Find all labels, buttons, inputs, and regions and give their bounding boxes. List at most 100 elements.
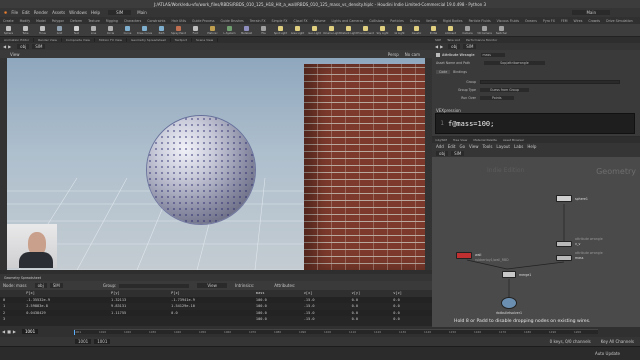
wall-node[interactable]	[456, 252, 472, 259]
camera-menu[interactable]: Persp	[388, 52, 399, 57]
auto-update-menu[interactable]: Auto Update	[595, 351, 620, 356]
shelf-tab[interactable]: Lights and Cameras	[328, 19, 366, 23]
play-reverse-icon[interactable]: ◀	[2, 329, 5, 334]
range-start-field[interactable]: 1001	[75, 339, 92, 344]
shelf-tool[interactable]: Torus	[34, 25, 51, 35]
tab-tree-view[interactable]: Tree View	[450, 138, 470, 142]
forward-arrow-icon[interactable]: ▶	[440, 44, 443, 49]
shelf-tool[interactable]: Volume Light	[323, 25, 340, 35]
shelf-tool[interactable]: Curve	[119, 25, 136, 35]
asset-name-field[interactable]: Sop/attribwrangle	[484, 61, 545, 65]
attributes-label[interactable]: Attributes:	[274, 283, 295, 288]
tab-sop[interactable]: SOP	[432, 38, 444, 42]
frame-ruler[interactable]: 1001 1010 1020 1030 1040 1050 1060 1070 1080 1090…	[74, 329, 598, 335]
shelf-tool[interactable]: GI Light	[391, 25, 408, 35]
pane-tab[interactable]: Scene View	[192, 38, 219, 42]
shelf-tool[interactable]: Camera	[459, 25, 476, 35]
menu-render[interactable]: Render	[34, 10, 48, 15]
network-menu-view[interactable]: View	[469, 144, 479, 149]
menu-windows[interactable]: Windows	[69, 10, 87, 15]
network-path-node[interactable]: SIM	[451, 151, 465, 156]
shelf-tool[interactable]: L-System	[221, 25, 238, 35]
shelf-tool[interactable]: Sphere	[0, 25, 17, 35]
shelf-tool[interactable]: Path	[153, 25, 170, 35]
back-arrow-icon[interactable]: ◀	[3, 44, 6, 49]
scene-viewport[interactable]	[7, 58, 425, 270]
shelf-tool[interactable]: Switcher	[493, 25, 510, 35]
shelf-tab[interactable]: Volume	[311, 19, 329, 23]
cam-label[interactable]: No cam	[405, 52, 420, 57]
shelf-tab[interactable]: Constraints	[144, 19, 168, 23]
play-icon[interactable]: ▶	[13, 329, 16, 334]
network-menu-tools[interactable]: Tools	[483, 144, 493, 149]
v-wrangle-node[interactable]	[556, 241, 572, 247]
path-obj[interactable]: obj	[17, 44, 30, 49]
spreadsheet-path-obj[interactable]: obj	[34, 283, 47, 288]
pane-tab[interactable]: Motion FX View	[95, 38, 127, 42]
view-menu[interactable]: View	[197, 283, 227, 288]
stop-icon[interactable]: ■	[7, 329, 11, 334]
tab-material-palette[interactable]: Material Palette	[470, 138, 500, 142]
menu-file[interactable]: File	[11, 10, 18, 15]
path-node[interactable]: SIM	[32, 44, 46, 49]
shelf-tool[interactable]: Environment	[357, 25, 374, 35]
network-menu-help[interactable]: Help	[527, 144, 536, 149]
shelf-tool[interactable]: Metaball	[238, 25, 255, 35]
shelf-tab[interactable]: Simple FX	[269, 19, 291, 23]
shelf-tool[interactable]: Ambient	[442, 25, 459, 35]
pane-tab[interactable]: Render View	[34, 38, 62, 42]
tab-network[interactable]: /obj/SIM	[432, 138, 450, 142]
mass-wrangle-node[interactable]	[556, 255, 572, 261]
desktop-selector[interactable]: SIM	[108, 10, 132, 15]
menu-help[interactable]: Help	[91, 10, 100, 15]
shelf-tool[interactable]: Spray Paint	[170, 25, 187, 35]
spreadsheet-path-node[interactable]: SIM	[49, 283, 63, 288]
shelf-tab[interactable]: Polygon	[49, 19, 68, 23]
shelf-tab[interactable]: FEM	[558, 19, 571, 23]
network-menu-go[interactable]: Go	[460, 144, 466, 149]
shelf-tab[interactable]: Create	[0, 19, 17, 23]
brick-wall[interactable]	[304, 64, 425, 270]
shelf-tool[interactable]: Tube	[17, 25, 34, 35]
shelf-tab[interactable]: Pyro FX	[540, 19, 558, 23]
shelf-tool[interactable]: Font	[187, 25, 204, 35]
shelf-tool[interactable]: Null	[68, 25, 85, 35]
shelf-tab[interactable]: Guide Process	[189, 19, 217, 23]
shelf-tab[interactable]: Characters	[121, 19, 144, 23]
range-end-field[interactable]: 1001	[94, 339, 111, 344]
current-frame-field[interactable]: 1001	[21, 329, 39, 334]
pane-tab[interactable]: Geometry Spreadsheet	[127, 38, 171, 42]
pane-tab[interactable]: Textport	[171, 38, 193, 42]
rbd-sphere[interactable]	[147, 116, 255, 224]
menu-edit[interactable]: Edit	[22, 10, 30, 15]
main-desktop-label[interactable]: Main	[137, 10, 147, 15]
shelf-tool[interactable]: Line	[85, 25, 102, 35]
shelf-tab[interactable]: Oceans	[522, 19, 540, 23]
back-arrow-icon[interactable]: ◀	[435, 44, 438, 49]
params-path-node[interactable]: SIM	[463, 44, 477, 49]
shelf-tool[interactable]: Draw Curve	[136, 25, 153, 35]
shelf-tool[interactable]: Platonic	[204, 25, 221, 35]
shelf-tab[interactable]: Modify	[17, 19, 34, 23]
key-all-channels-button[interactable]: Key All Channels	[601, 339, 634, 344]
desktop-menu-button[interactable]: Main	[572, 10, 610, 15]
houdini-logo-icon[interactable]: ✺	[4, 10, 7, 15]
shelf-tool[interactable]: File	[255, 25, 272, 35]
tab-geometry-spreadsheet[interactable]: Geometry Spreadsheet	[4, 276, 41, 280]
group-type-menu[interactable]: Guess from Group	[480, 88, 529, 92]
table-row[interactable]: 3 100.0 -15.0 0.0 0.0	[0, 316, 432, 323]
network-editor[interactable]: Indie Edition Geometry sphere1 attribute…	[432, 157, 640, 327]
shelf-tab[interactable]: Terrain FX	[247, 19, 269, 23]
rbd-solver-node[interactable]	[501, 297, 517, 309]
shelf-tab[interactable]: Cloud FX	[290, 19, 310, 23]
menu-assets[interactable]: Assets	[52, 10, 65, 15]
shelf-tool[interactable]: Caustic	[408, 25, 425, 35]
tab-asset-browser[interactable]: Asset Browser	[500, 138, 527, 142]
shelf-tab[interactable]: Rigging	[103, 19, 121, 23]
network-menu-layout[interactable]: Layout	[496, 144, 510, 149]
shelf-tool[interactable]: Distant Light	[340, 25, 357, 35]
shelf-tool[interactable]: Geo Light	[306, 25, 323, 35]
shelf-tool[interactable]: Circle	[102, 25, 119, 35]
shelf-tool[interactable]: Grid	[51, 25, 68, 35]
tab-performance-monitor[interactable]: Performance Monitor	[463, 38, 500, 42]
